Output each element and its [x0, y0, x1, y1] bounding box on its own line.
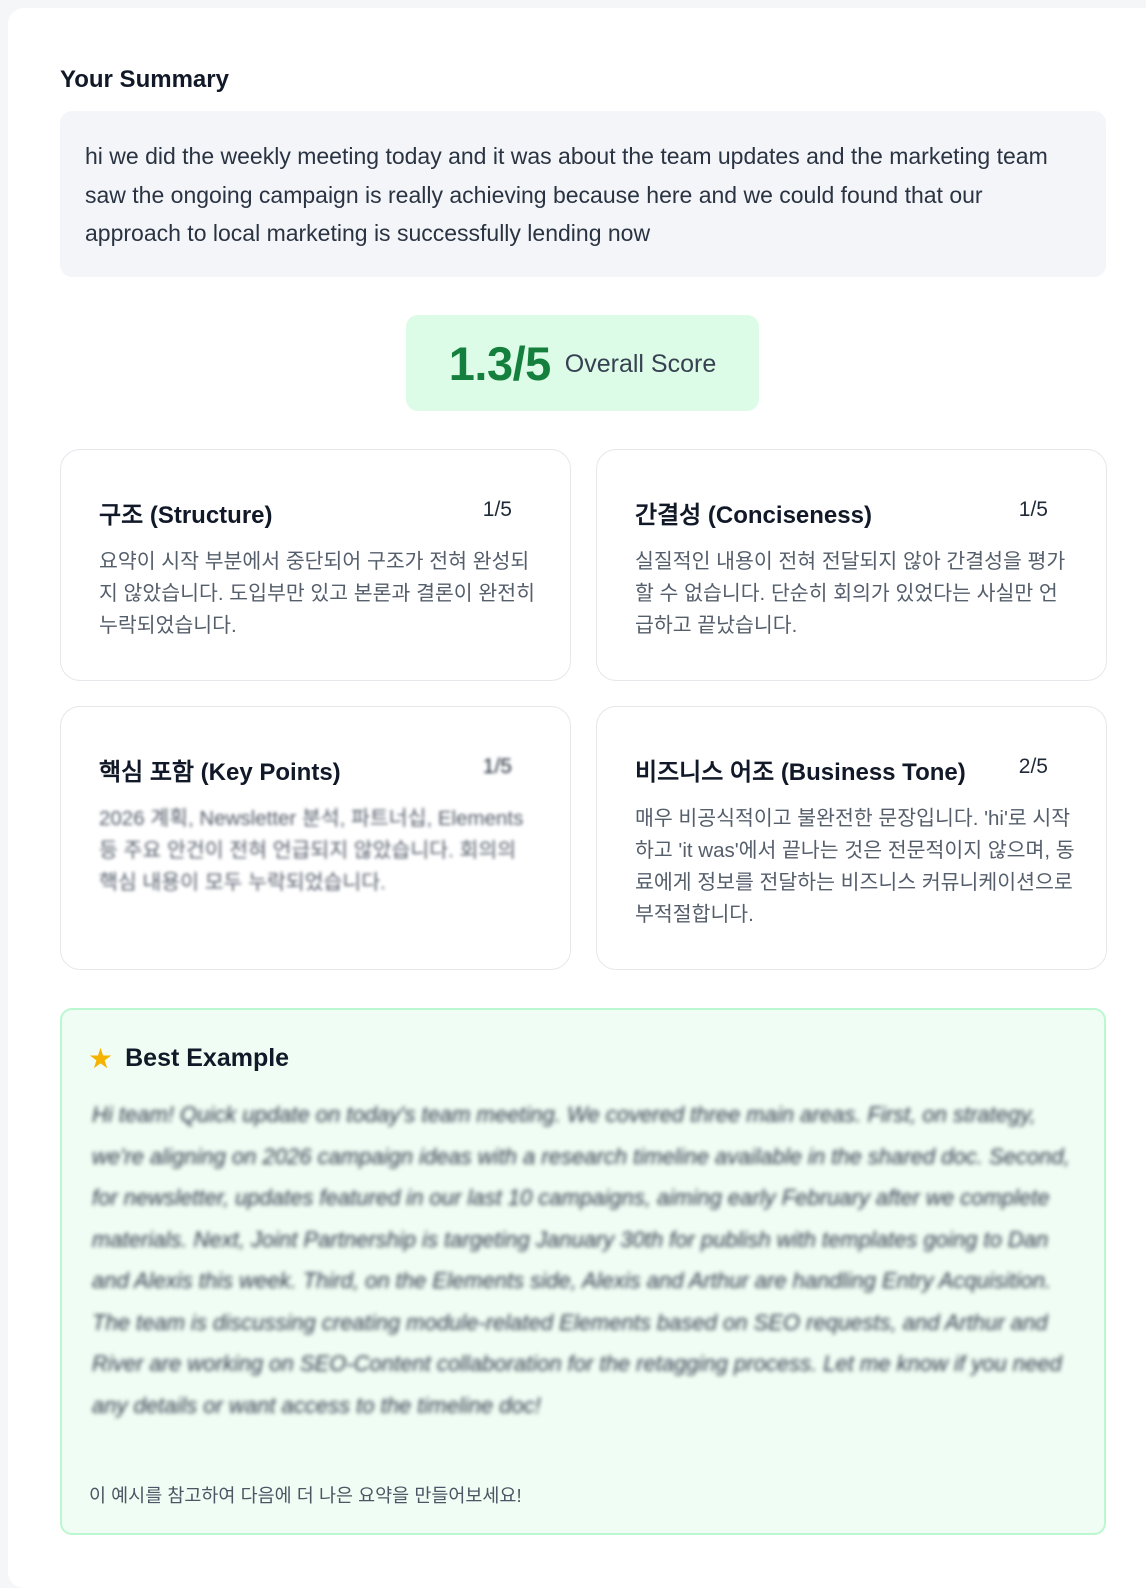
summary-heading: Your Summary [60, 66, 229, 93]
criterion-score: 2/5 [1018, 755, 1048, 778]
criterion-title: 간결성 (Conciseness) [635, 502, 872, 529]
criterion-score: 1/5 [482, 498, 512, 521]
overall-score-badge: 1.3/5 Overall Score [406, 315, 759, 411]
summary-text-box: hi we did the weekly meeting today and i… [60, 111, 1106, 277]
star-icon: ★ [88, 1042, 114, 1074]
criterion-feedback: 실질적인 내용이 전혀 전달되지 않아 간결성을 평가할 수 없습니다. 단순히… [635, 550, 1066, 637]
best-example-hint: 이 예시를 참고하여 다음에 더 나은 요약을 만들어보세요! [89, 1485, 522, 1506]
criterion-card-business-tone: 비즈니스 어조 (Business Tone) 2/5 매우 비공식적이고 불완… [596, 706, 1107, 970]
best-example-panel: ★ Best Example Hi team! Quick update on … [60, 1008, 1106, 1535]
best-example-text: Hi team! Quick update on today's team me… [92, 1102, 1070, 1418]
criterion-score: 1/5 [1018, 498, 1048, 521]
criterion-score: 1/5 [482, 755, 512, 778]
criterion-card-conciseness: 간결성 (Conciseness) 1/5 실질적인 내용이 전혀 전달되지 않… [596, 449, 1107, 681]
criterion-title: 구조 (Structure) [99, 502, 273, 529]
overall-score-label: Overall Score [564, 349, 717, 378]
criterion-feedback: 요약이 시작 부분에서 중단되어 구조가 전혀 완성되지 않았습니다. 도입부만… [99, 550, 535, 637]
best-example-title: Best Example [125, 1044, 290, 1072]
criterion-feedback: 2026 계획, Newsletter 분석, 파트너십, Elements 등… [99, 807, 524, 894]
overall-score-value: 1.3/5 [448, 336, 552, 390]
criterion-title: 비즈니스 어조 (Business Tone) [635, 759, 966, 786]
criterion-feedback: 매우 비공식적이고 불완전한 문장입니다. 'hi'로 시작하고 'it was… [635, 807, 1075, 926]
criterion-card-key-points: 핵심 포함 (Key Points) 1/5 2026 계획, Newslett… [60, 706, 571, 970]
criterion-card-structure: 구조 (Structure) 1/5 요약이 시작 부분에서 중단되어 구조가 … [60, 449, 571, 681]
best-example-header: ★ Best Example [88, 1044, 289, 1073]
criterion-title: 핵심 포함 (Key Points) [99, 759, 341, 786]
